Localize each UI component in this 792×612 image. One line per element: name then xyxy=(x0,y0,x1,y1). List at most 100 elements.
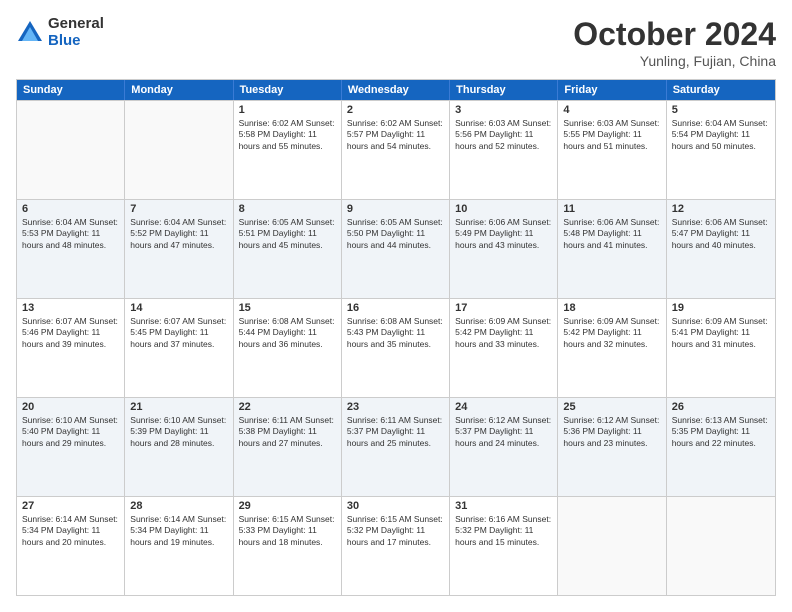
day-info: Sunrise: 6:13 AM Sunset: 5:35 PM Dayligh… xyxy=(672,415,770,449)
day-info: Sunrise: 6:04 AM Sunset: 5:53 PM Dayligh… xyxy=(22,217,119,251)
day-info: Sunrise: 6:06 AM Sunset: 5:47 PM Dayligh… xyxy=(672,217,770,251)
calendar-cell: 6 Sunrise: 6:04 AM Sunset: 5:53 PM Daylig… xyxy=(17,200,125,298)
calendar-row-5: 27 Sunrise: 6:14 AM Sunset: 5:34 PM Dayli… xyxy=(17,496,775,595)
day-info: Sunrise: 6:08 AM Sunset: 5:44 PM Dayligh… xyxy=(239,316,336,350)
day-info: Sunrise: 6:03 AM Sunset: 5:56 PM Dayligh… xyxy=(455,118,552,152)
calendar-cell: 30Sunrise: 6:15 AM Sunset: 5:32 PM Dayli… xyxy=(342,497,450,595)
calendar-row-3: 13 Sunrise: 6:07 AM Sunset: 5:46 PM Dayli… xyxy=(17,298,775,397)
day-info: Sunrise: 6:15 AM Sunset: 5:33 PM Dayligh… xyxy=(239,514,336,548)
day-info: Sunrise: 6:14 AM Sunset: 5:34 PM Dayligh… xyxy=(130,514,227,548)
day-info: Sunrise: 6:11 AM Sunset: 5:37 PM Dayligh… xyxy=(347,415,444,449)
day-info: Sunrise: 6:03 AM Sunset: 5:55 PM Dayligh… xyxy=(563,118,660,152)
calendar-cell xyxy=(125,101,233,199)
day-number: 20 xyxy=(22,401,119,413)
calendar-cell: 3 Sunrise: 6:03 AM Sunset: 5:56 PM Daylig… xyxy=(450,101,558,199)
calendar-cell: 19Sunrise: 6:09 AM Sunset: 5:41 PM Dayli… xyxy=(667,299,775,397)
calendar-cell: 15 Sunrise: 6:08 AM Sunset: 5:44 PM Dayli… xyxy=(234,299,342,397)
day-info: Sunrise: 6:12 AM Sunset: 5:37 PM Dayligh… xyxy=(455,415,552,449)
calendar-cell: 28 Sunrise: 6:14 AM Sunset: 5:34 PM Dayli… xyxy=(125,497,233,595)
day-number: 11 xyxy=(563,203,660,215)
calendar-cell: 4 Sunrise: 6:03 AM Sunset: 5:55 PM Daylig… xyxy=(558,101,666,199)
day-info: Sunrise: 6:06 AM Sunset: 5:49 PM Dayligh… xyxy=(455,217,552,251)
day-info: Sunrise: 6:05 AM Sunset: 5:51 PM Dayligh… xyxy=(239,217,336,251)
day-info: Sunrise: 6:14 AM Sunset: 5:34 PM Dayligh… xyxy=(22,514,119,548)
day-number: 29 xyxy=(239,500,336,512)
day-info: Sunrise: 6:04 AM Sunset: 5:52 PM Dayligh… xyxy=(130,217,227,251)
calendar-cell: 26 Sunrise: 6:13 AM Sunset: 5:35 PM Dayli… xyxy=(667,398,775,496)
day-number: 15 xyxy=(239,302,336,314)
day-number: 7 xyxy=(130,203,227,215)
day-number: 27 xyxy=(22,500,119,512)
day-info: Sunrise: 6:07 AM Sunset: 5:45 PM Dayligh… xyxy=(130,316,227,350)
day-info: Sunrise: 6:10 AM Sunset: 5:40 PM Dayligh… xyxy=(22,415,119,449)
day-number: 18 xyxy=(563,302,660,314)
calendar-cell: 22 Sunrise: 6:11 AM Sunset: 5:38 PM Dayli… xyxy=(234,398,342,496)
calendar-cell xyxy=(17,101,125,199)
day-number: 28 xyxy=(130,500,227,512)
day-info: Sunrise: 6:11 AM Sunset: 5:38 PM Dayligh… xyxy=(239,415,336,449)
logo-general: General xyxy=(48,16,104,33)
day-number: 6 xyxy=(22,203,119,215)
day-info: Sunrise: 6:06 AM Sunset: 5:48 PM Dayligh… xyxy=(563,217,660,251)
calendar-cell: 17Sunrise: 6:09 AM Sunset: 5:42 PM Dayli… xyxy=(450,299,558,397)
day-number: 13 xyxy=(22,302,119,314)
day-number: 14 xyxy=(130,302,227,314)
day-number: 4 xyxy=(563,104,660,116)
day-number: 8 xyxy=(239,203,336,215)
calendar-cell: 7 Sunrise: 6:04 AM Sunset: 5:52 PM Daylig… xyxy=(125,200,233,298)
calendar-cell: 10 Sunrise: 6:06 AM Sunset: 5:49 PM Dayli… xyxy=(450,200,558,298)
day-number: 19 xyxy=(672,302,770,314)
day-number: 16 xyxy=(347,302,444,314)
day-number: 22 xyxy=(239,401,336,413)
header-day-saturday: Saturday xyxy=(667,80,775,100)
calendar-cell: 16Sunrise: 6:08 AM Sunset: 5:43 PM Dayli… xyxy=(342,299,450,397)
calendar-row-2: 6 Sunrise: 6:04 AM Sunset: 5:53 PM Daylig… xyxy=(17,199,775,298)
day-number: 9 xyxy=(347,203,444,215)
day-info: Sunrise: 6:07 AM Sunset: 5:46 PM Dayligh… xyxy=(22,316,119,350)
calendar-cell: 31Sunrise: 6:16 AM Sunset: 5:32 PM Dayli… xyxy=(450,497,558,595)
day-info: Sunrise: 6:02 AM Sunset: 5:58 PM Dayligh… xyxy=(239,118,336,152)
header: General Blue October 2024 Yunling, Fujia… xyxy=(16,16,776,69)
logo-blue: Blue xyxy=(48,33,104,50)
calendar-cell: 21Sunrise: 6:10 AM Sunset: 5:39 PM Dayli… xyxy=(125,398,233,496)
calendar-cell: 27 Sunrise: 6:14 AM Sunset: 5:34 PM Dayli… xyxy=(17,497,125,595)
calendar-cell: 5Sunrise: 6:04 AM Sunset: 5:54 PM Daylig… xyxy=(667,101,775,199)
calendar-cell: 18 Sunrise: 6:09 AM Sunset: 5:42 PM Dayli… xyxy=(558,299,666,397)
logo: General Blue xyxy=(16,16,104,49)
calendar: SundayMondayTuesdayWednesdayThursdayFrid… xyxy=(16,79,776,596)
day-info: Sunrise: 6:16 AM Sunset: 5:32 PM Dayligh… xyxy=(455,514,552,548)
day-info: Sunrise: 6:09 AM Sunset: 5:42 PM Dayligh… xyxy=(563,316,660,350)
calendar-cell: 29 Sunrise: 6:15 AM Sunset: 5:33 PM Dayli… xyxy=(234,497,342,595)
calendar-cell: 12 Sunrise: 6:06 AM Sunset: 5:47 PM Dayli… xyxy=(667,200,775,298)
calendar-cell: 1 Sunrise: 6:02 AM Sunset: 5:58 PM Daylig… xyxy=(234,101,342,199)
day-number: 3 xyxy=(455,104,552,116)
day-info: Sunrise: 6:10 AM Sunset: 5:39 PM Dayligh… xyxy=(130,415,227,449)
calendar-cell xyxy=(667,497,775,595)
day-info: Sunrise: 6:05 AM Sunset: 5:50 PM Dayligh… xyxy=(347,217,444,251)
calendar-cell: 11 Sunrise: 6:06 AM Sunset: 5:48 PM Dayli… xyxy=(558,200,666,298)
calendar-cell: 23 Sunrise: 6:11 AM Sunset: 5:37 PM Dayli… xyxy=(342,398,450,496)
day-number: 26 xyxy=(672,401,770,413)
calendar-cell xyxy=(558,497,666,595)
calendar-body: 1 Sunrise: 6:02 AM Sunset: 5:58 PM Daylig… xyxy=(17,100,775,595)
month-title: October 2024 xyxy=(573,16,776,53)
calendar-row-1: 1 Sunrise: 6:02 AM Sunset: 5:58 PM Daylig… xyxy=(17,100,775,199)
day-number: 1 xyxy=(239,104,336,116)
calendar-cell: 14 Sunrise: 6:07 AM Sunset: 5:45 PM Dayli… xyxy=(125,299,233,397)
day-info: Sunrise: 6:02 AM Sunset: 5:57 PM Dayligh… xyxy=(347,118,444,152)
header-day-wednesday: Wednesday xyxy=(342,80,450,100)
title-block: October 2024 Yunling, Fujian, China xyxy=(573,16,776,69)
calendar-cell: 8 Sunrise: 6:05 AM Sunset: 5:51 PM Daylig… xyxy=(234,200,342,298)
day-number: 30 xyxy=(347,500,444,512)
day-number: 12 xyxy=(672,203,770,215)
day-info: Sunrise: 6:12 AM Sunset: 5:36 PM Dayligh… xyxy=(563,415,660,449)
header-day-monday: Monday xyxy=(125,80,233,100)
header-day-sunday: Sunday xyxy=(17,80,125,100)
day-number: 24 xyxy=(455,401,552,413)
day-info: Sunrise: 6:09 AM Sunset: 5:42 PM Dayligh… xyxy=(455,316,552,350)
calendar-cell: 2Sunrise: 6:02 AM Sunset: 5:57 PM Daylig… xyxy=(342,101,450,199)
day-number: 23 xyxy=(347,401,444,413)
day-number: 10 xyxy=(455,203,552,215)
header-day-thursday: Thursday xyxy=(450,80,558,100)
day-number: 5 xyxy=(672,104,770,116)
